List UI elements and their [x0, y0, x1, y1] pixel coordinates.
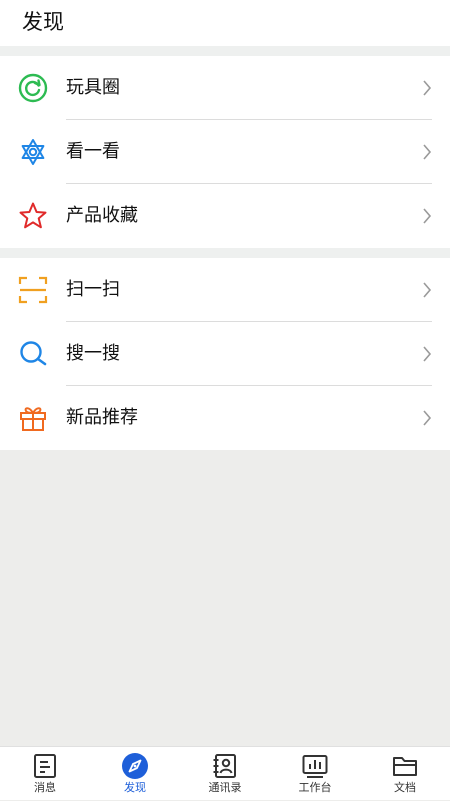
menu-group-1: 玩具圈 看一看 产品收藏	[0, 56, 450, 248]
tab-messages[interactable]: 消息	[0, 747, 90, 801]
tab-label: 工作台	[298, 781, 332, 794]
scan-icon	[18, 276, 48, 304]
tab-discover[interactable]: 发现	[90, 747, 180, 801]
menu-item-scan[interactable]: 扫一扫	[0, 258, 450, 322]
menu-item-product-favorites[interactable]: 产品收藏	[0, 184, 450, 248]
chevron-right-icon	[423, 80, 432, 96]
message-icon	[34, 754, 56, 778]
menu-item-look[interactable]: 看一看	[0, 120, 450, 184]
contacts-icon	[213, 754, 236, 778]
tab-documents[interactable]: 文档	[360, 747, 450, 801]
menu-item-label: 玩具圈	[66, 77, 120, 98]
menu-item-search[interactable]: 搜一搜	[0, 322, 450, 386]
hexagram-star-icon	[21, 139, 45, 165]
tab-label: 发现	[124, 781, 146, 794]
chevron-right-icon	[423, 346, 432, 362]
compass-icon	[122, 753, 148, 779]
section-gap	[0, 248, 450, 258]
tab-label: 通讯录	[208, 781, 242, 794]
menu-item-label: 扫一扫	[66, 279, 120, 300]
top-bar: 发现	[0, 0, 450, 46]
menu-item-label: 搜一搜	[66, 343, 120, 364]
tab-label: 消息	[34, 781, 56, 794]
workbench-icon	[302, 755, 328, 778]
menu-item-new-products[interactable]: 新品推荐	[0, 386, 450, 450]
menu-item-toy-circle[interactable]: 玩具圈	[0, 56, 450, 120]
folder-icon	[393, 757, 417, 776]
chevron-right-icon	[423, 144, 432, 160]
bottom-tab-bar: 消息 发现 通讯录 工作台 文档	[0, 746, 450, 800]
tab-contacts[interactable]: 通讯录	[180, 747, 270, 801]
star-outline-icon	[19, 202, 47, 229]
chevron-right-icon	[423, 282, 432, 298]
menu-item-label: 产品收藏	[66, 205, 138, 226]
menu-item-label: 看一看	[66, 141, 120, 162]
menu-item-label: 新品推荐	[66, 407, 138, 428]
gift-icon	[20, 407, 46, 431]
chevron-right-icon	[423, 410, 432, 426]
tab-label: 文档	[394, 781, 416, 794]
circle-refresh-icon	[18, 73, 48, 103]
search-icon	[20, 341, 47, 366]
menu-group-2: 扫一扫 搜一搜 新品推荐	[0, 258, 450, 450]
chevron-right-icon	[423, 208, 432, 224]
page-title: 发现	[22, 10, 64, 34]
section-gap	[0, 46, 450, 56]
tab-workbench[interactable]: 工作台	[270, 747, 360, 801]
